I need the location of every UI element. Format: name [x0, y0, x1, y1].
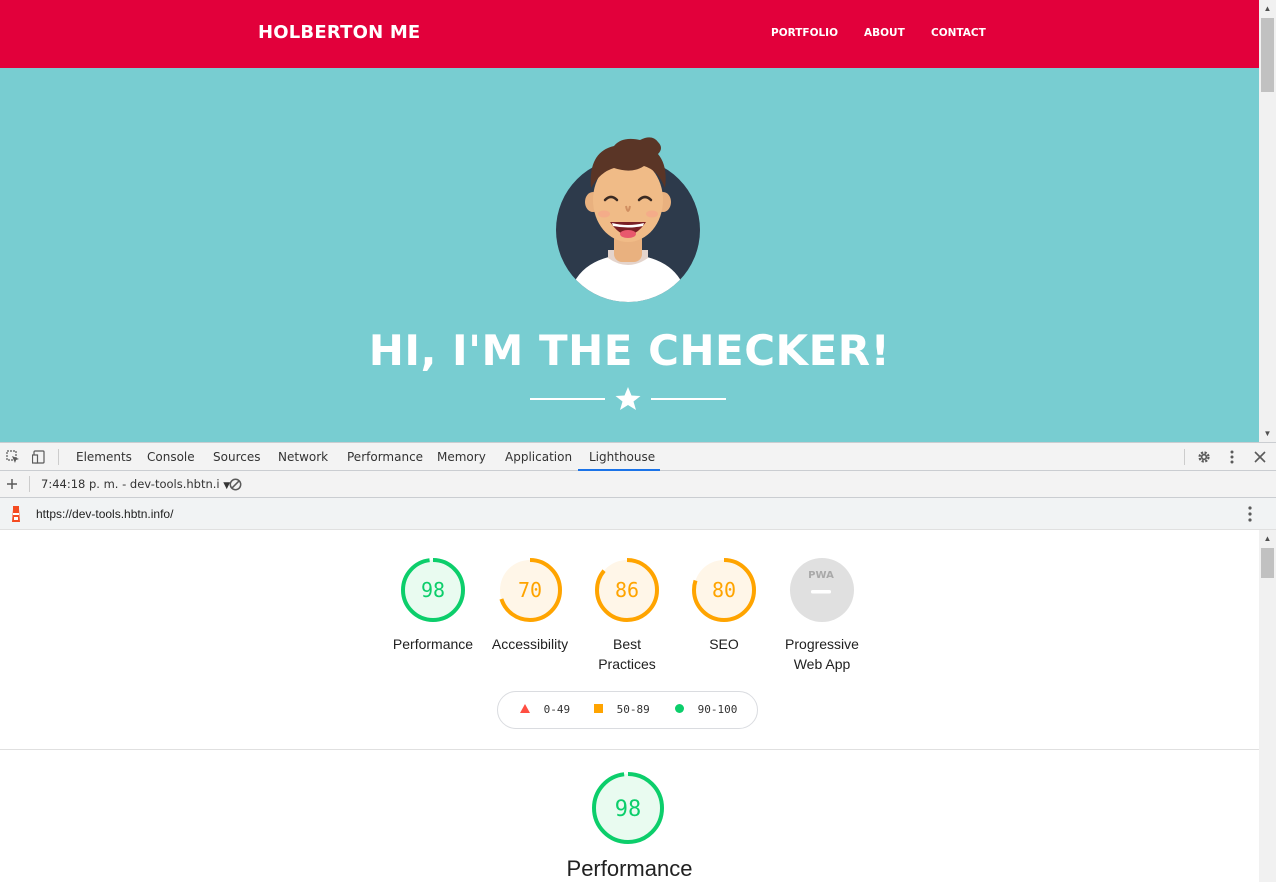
brand-logo-link[interactable]: HOLBERTON ME: [258, 22, 420, 43]
inspect-element-icon[interactable]: [4, 448, 22, 466]
new-report-plus-icon[interactable]: [3, 475, 21, 493]
gauge-ring: 70: [498, 558, 562, 622]
gauge-score: 80: [712, 578, 736, 602]
page-scrollbar[interactable]: ▲ ▼: [1259, 0, 1276, 442]
legend-item-average: 50-89: [593, 703, 650, 716]
triangle-icon: [520, 704, 530, 713]
close-devtools-icon[interactable]: [1251, 448, 1269, 466]
gauge-ring: 86: [595, 558, 659, 622]
page-scroll-thumb[interactable]: [1261, 18, 1274, 92]
tab-application[interactable]: Application: [505, 443, 572, 471]
svg-text:PWA: PWA: [808, 570, 834, 581]
performance-detail-gauge[interactable]: 98: [590, 770, 666, 846]
gauge-score: 98: [421, 578, 445, 602]
gauge-score: 86: [615, 578, 639, 602]
report-url-bar: https://dev-tools.hbtn.info/: [0, 498, 1276, 530]
tab-network[interactable]: Network: [278, 443, 328, 471]
tab-sources[interactable]: Sources: [213, 443, 260, 471]
gauge-accessibility[interactable]: 70 Accessibility: [485, 556, 575, 654]
score-legend: 0-49 50-89 90-100: [497, 691, 758, 729]
clear-reports-icon[interactable]: [226, 475, 244, 493]
gauge-pwa[interactable]: PWA Progressive Web App: [772, 556, 872, 674]
report-menu-icon[interactable]: [1241, 505, 1259, 523]
lighthouse-toolbar: 7:44:18 p. m. - dev-tools.hbtn.i ▼: [0, 471, 1276, 498]
page-viewport: HOLBERTON ME PORTFOLIO ABOUT CONTACT HI,…: [0, 0, 1276, 442]
gauge-label: SEO: [709, 636, 739, 652]
site-navbar: HOLBERTON ME PORTFOLIO ABOUT CONTACT: [0, 0, 1259, 68]
performance-section-title: Performance: [566, 856, 693, 881]
circle-icon: [675, 704, 684, 713]
devtools-tabbar: Elements Console Sources Network Perform…: [0, 443, 1276, 471]
legend-item-fail: 0-49: [519, 703, 570, 716]
scroll-down-arrow-icon[interactable]: ▼: [1259, 425, 1276, 442]
gauge-performance[interactable]: 98 Performance: [388, 556, 478, 654]
nav-link-portfolio[interactable]: PORTFOLIO: [771, 27, 838, 39]
gauge-ring: 80: [692, 558, 756, 622]
tab-memory[interactable]: Memory: [437, 443, 486, 471]
hero-title: HI, I'M THE CHECKER!: [368, 326, 891, 375]
gauge-score: 70: [518, 578, 542, 602]
report-url[interactable]: https://dev-tools.hbtn.info/: [36, 507, 173, 521]
lighthouse-logo-icon: [7, 505, 25, 523]
gauge-score: 98: [615, 797, 642, 822]
scroll-up-arrow-icon[interactable]: ▲: [1259, 0, 1276, 17]
nav-link-about[interactable]: ABOUT: [864, 27, 905, 39]
lighthouse-report: 98 Performance 70 Accessibility 86 Best …: [0, 530, 1259, 882]
tab-elements[interactable]: Elements: [76, 443, 132, 471]
gauge-ring: 98: [401, 558, 465, 622]
report-selector-dropdown[interactable]: 7:44:18 p. m. - dev-tools.hbtn.i ▼: [41, 477, 230, 491]
avatar: [548, 130, 708, 305]
settings-gear-icon[interactable]: [1195, 448, 1213, 466]
star-divider: [530, 386, 726, 414]
report-scrollbar[interactable]: ▲: [1259, 530, 1276, 882]
nav-link-contact[interactable]: CONTACT: [931, 27, 986, 39]
section-divider: [0, 749, 1259, 750]
devtools-panel: Elements Console Sources Network Perform…: [0, 442, 1276, 882]
gauge-label: Performance: [392, 636, 474, 652]
gauge-seo[interactable]: 80 SEO: [679, 556, 769, 654]
star-icon: [615, 387, 641, 410]
tab-console[interactable]: Console: [147, 443, 195, 471]
legend-item-pass: 90-100: [674, 703, 737, 716]
report-scroll-thumb[interactable]: [1261, 548, 1274, 578]
gauge-label: Best Practices: [598, 636, 656, 672]
tab-lighthouse[interactable]: Lighthouse: [578, 443, 660, 471]
gauge-label: Progressive Web App: [785, 636, 859, 672]
device-toolbar-icon[interactable]: [30, 448, 48, 466]
scroll-up-arrow-icon[interactable]: ▲: [1259, 530, 1276, 547]
gauge-ring: 98: [592, 772, 664, 844]
tab-performance[interactable]: Performance: [347, 443, 423, 471]
gauge-best-practices[interactable]: 86 Best Practices: [582, 556, 672, 674]
more-options-icon[interactable]: [1223, 448, 1241, 466]
square-icon: [594, 704, 603, 713]
gauge-label: Accessibility: [491, 636, 569, 652]
pwa-badge-icon: PWA: [790, 558, 854, 622]
